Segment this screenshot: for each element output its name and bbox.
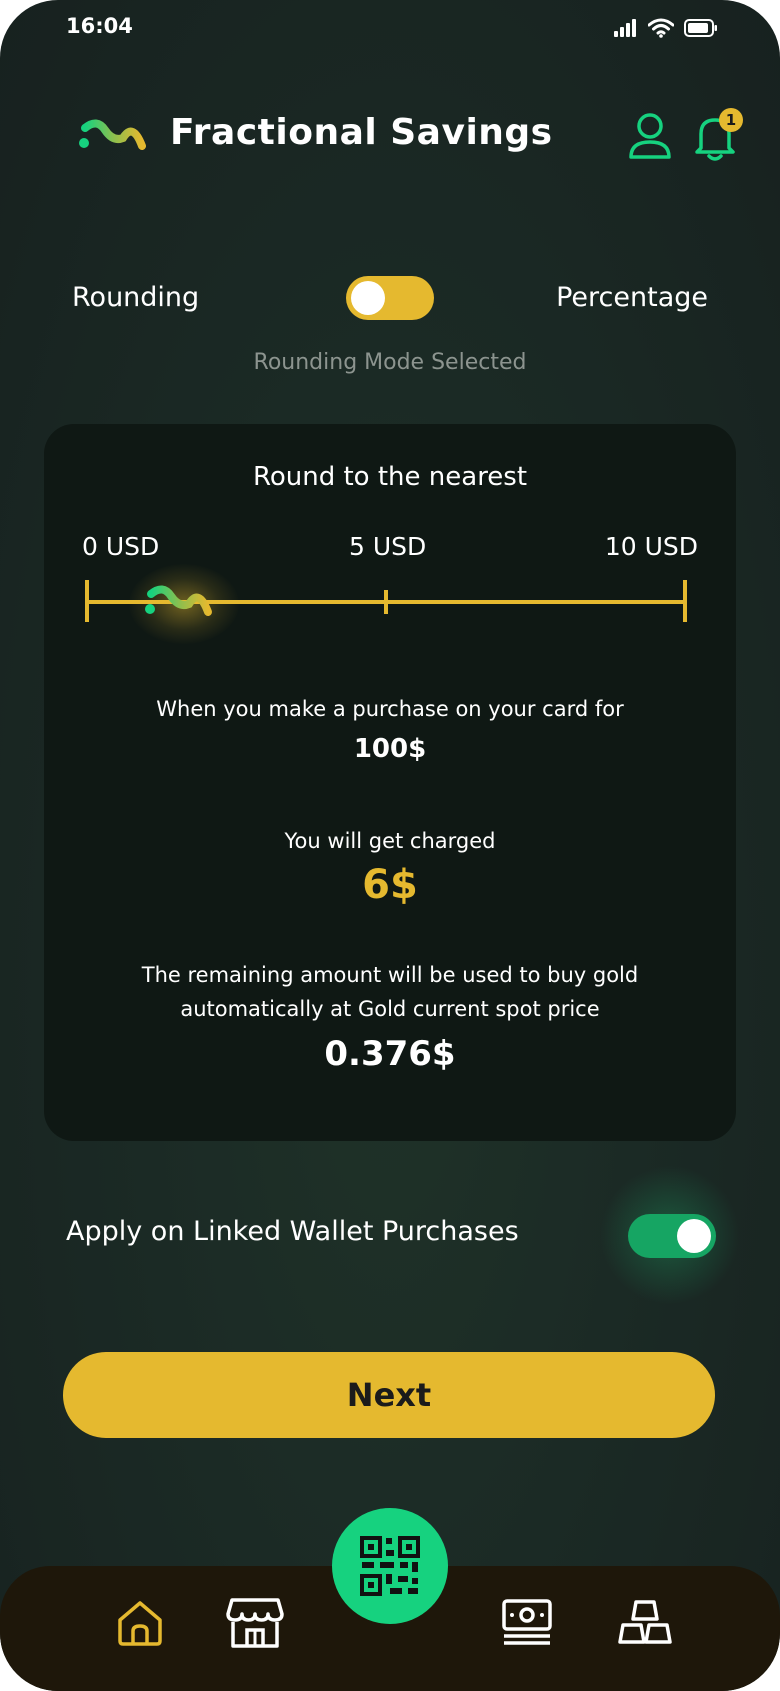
notification-badge: 1 <box>719 108 743 132</box>
slider-thumb-logo-icon[interactable] <box>144 582 218 618</box>
remaining-description-line1: The remaining amount will be used to buy… <box>141 963 639 987</box>
mode-status-text: Rounding Mode Selected <box>253 350 527 375</box>
linked-wallet-toggle[interactable] <box>628 1214 716 1258</box>
signal-icon <box>614 19 636 37</box>
linked-wallet-label: Apply on Linked Wallet Purchases <box>66 1216 519 1247</box>
card-title: Round to the nearest <box>252 462 528 492</box>
app-logo-icon <box>79 119 146 150</box>
page-title: Fractional Savings <box>170 112 553 153</box>
scale-label-mid: 5 USD <box>349 532 427 561</box>
rounding-card: Round to the nearest 0 USD 5 USD 10 USD … <box>44 424 736 1141</box>
notifications-button[interactable]: 1 <box>693 108 743 164</box>
linked-wallet-toggle-knob <box>677 1219 711 1253</box>
mode-toggle[interactable] <box>346 276 434 320</box>
remaining-amount: 0.376$ <box>324 1034 456 1074</box>
user-profile-icon[interactable] <box>628 112 672 160</box>
slider-tick-mid <box>384 590 388 614</box>
qr-scan-button[interactable] <box>332 1508 448 1624</box>
remaining-description-line2: automatically at Gold current spot price <box>180 997 600 1021</box>
gold-bars-icon[interactable] <box>617 1598 673 1646</box>
scale-label-max: 10 USD <box>604 532 698 561</box>
wifi-icon <box>648 18 674 38</box>
cash-icon[interactable] <box>502 1598 552 1648</box>
rounding-mode-label[interactable]: Rounding <box>72 282 199 313</box>
app-screen: 16:04 Fractional Savings 1 Rounding Perc… <box>0 0 780 1691</box>
home-icon[interactable] <box>115 1598 165 1648</box>
store-icon[interactable] <box>226 1596 284 1650</box>
charged-description: You will get charged <box>284 829 496 853</box>
slider-tick-start <box>85 580 89 622</box>
qr-code-icon <box>360 1536 420 1596</box>
next-button[interactable]: Next <box>63 1352 715 1438</box>
percentage-mode-label[interactable]: Percentage <box>556 282 708 313</box>
charged-amount: 6$ <box>362 862 418 908</box>
status-time: 16:04 <box>66 14 133 38</box>
slider-tick-end <box>683 580 687 622</box>
scale-label-min: 0 USD <box>82 532 160 561</box>
purchase-description: When you make a purchase on your card fo… <box>156 697 624 721</box>
status-icons <box>614 14 718 42</box>
purchase-amount: 100$ <box>353 734 427 764</box>
mode-toggle-knob <box>351 281 385 315</box>
battery-icon <box>684 19 717 37</box>
